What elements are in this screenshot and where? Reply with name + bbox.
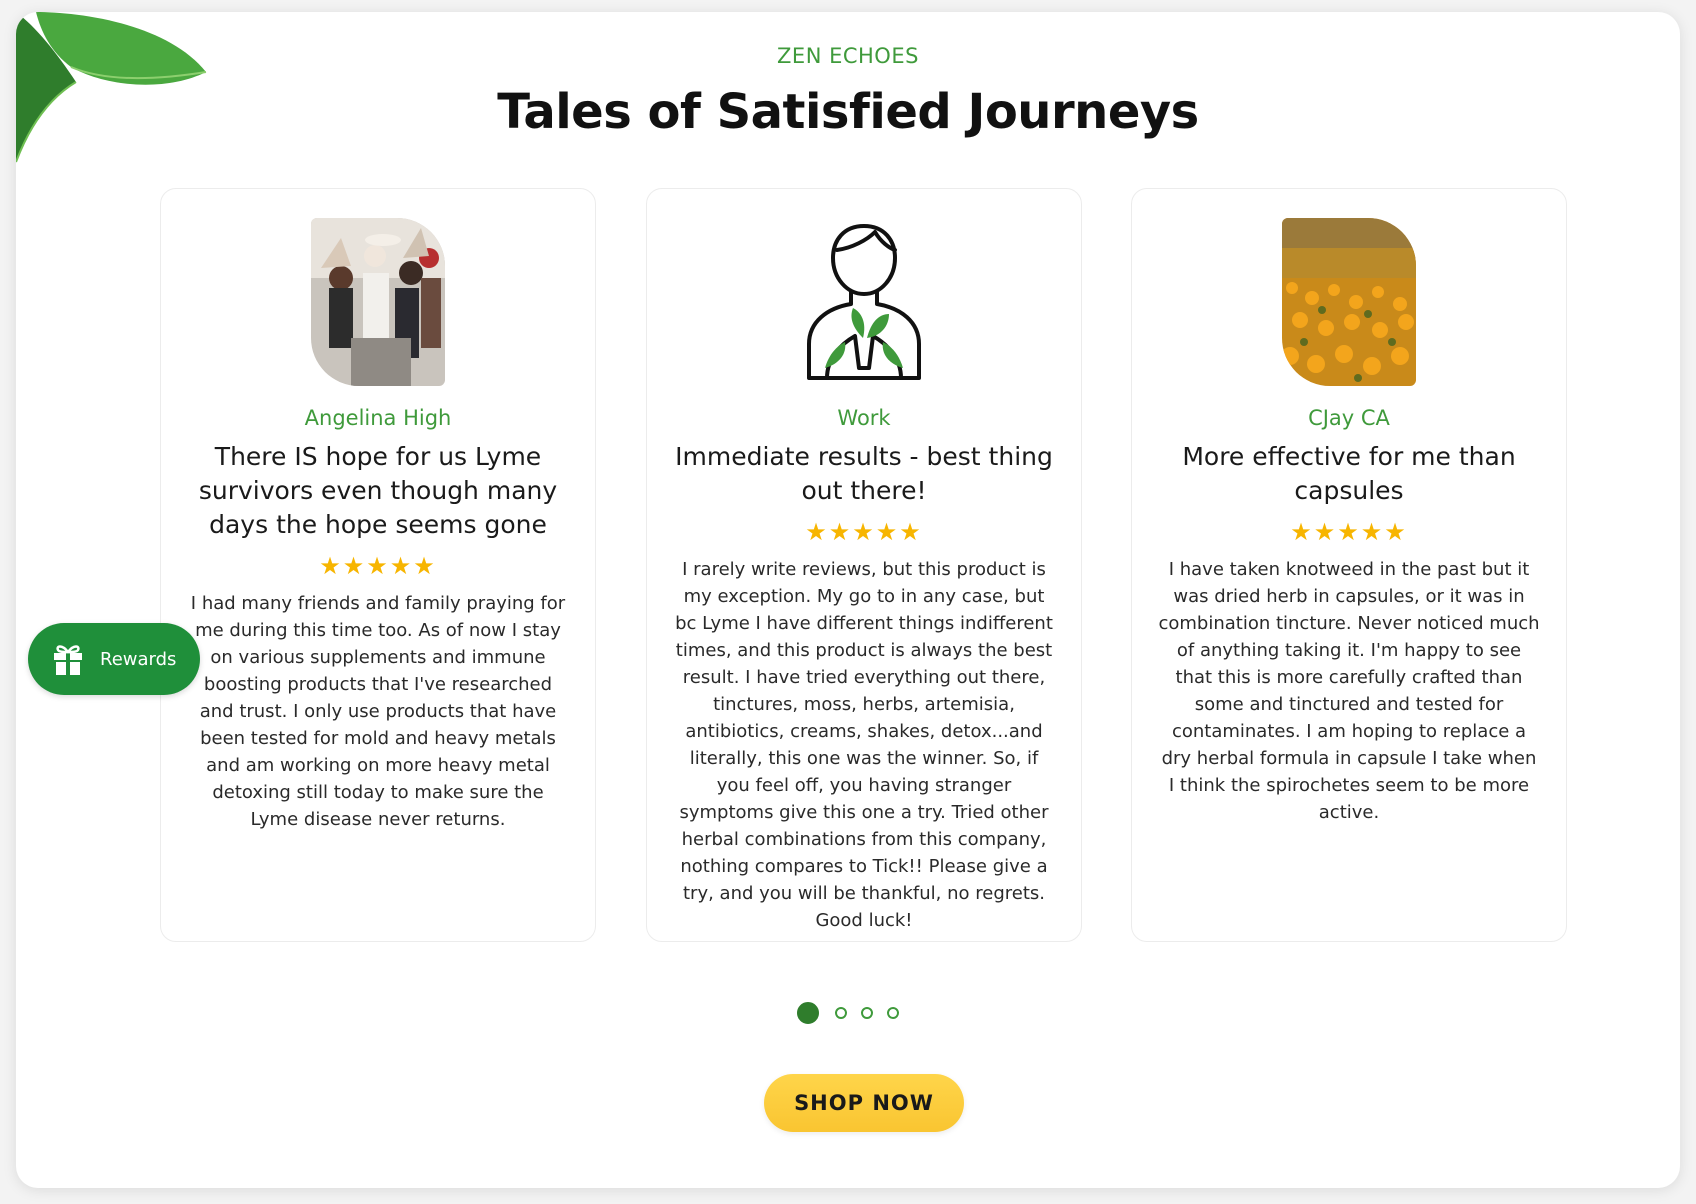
carousel-dot-4[interactable] (887, 1007, 899, 1019)
star-rating: ★★★★★ (1290, 518, 1408, 546)
section-title: Tales of Satisfied Journeys (497, 84, 1199, 140)
reviewer-name: Work (837, 406, 891, 430)
testimonials-section: ZEN ECHOES Tales of Satisfied Journeys A… (16, 12, 1680, 1188)
review-body: I rarely write reviews, but this product… (675, 559, 1053, 931)
star-rating: ★★★★★ (319, 552, 437, 580)
rewards-button[interactable]: Rewards (28, 623, 200, 695)
reviewer-photo (1282, 218, 1416, 386)
review-title: Immediate results - best thing out there… (675, 442, 1053, 505)
rewards-label: Rewards (100, 648, 177, 670)
carousel-dot-1[interactable] (797, 1002, 819, 1024)
reviewer-name: Angelina High (304, 406, 452, 430)
review-card: Work Immediate results - best thing out … (646, 188, 1082, 942)
reviewer-avatar (797, 218, 931, 386)
carousel-dot-3[interactable] (861, 1007, 873, 1019)
reviewer-photo (311, 218, 445, 386)
reviewer-name: CJay CA (1308, 406, 1390, 430)
star-rating: ★★★★★ (805, 518, 923, 546)
carousel-dot-2[interactable] (835, 1007, 847, 1019)
shop-now-button[interactable]: SHOP NOW (764, 1074, 964, 1132)
review-body: I had many friends and family praying fo… (190, 593, 566, 830)
review-title: More effective for me than capsules (1182, 442, 1516, 505)
person-with-leaf-icon (807, 224, 921, 380)
review-body: I have taken knotweed in the past but it… (1158, 559, 1540, 823)
gift-icon (54, 645, 82, 675)
section-eyebrow: ZEN ECHOES (777, 44, 919, 68)
wedding-photo-image (311, 218, 445, 386)
review-title: There IS hope for us Lyme survivors even… (198, 442, 558, 539)
review-card: CJay CA More effective for me than capsu… (1131, 188, 1567, 942)
carousel-pagination (16, 1002, 1680, 1024)
poppy-field-image (1282, 218, 1416, 386)
review-card: Angelina High There IS hope for us Lyme … (160, 188, 596, 942)
